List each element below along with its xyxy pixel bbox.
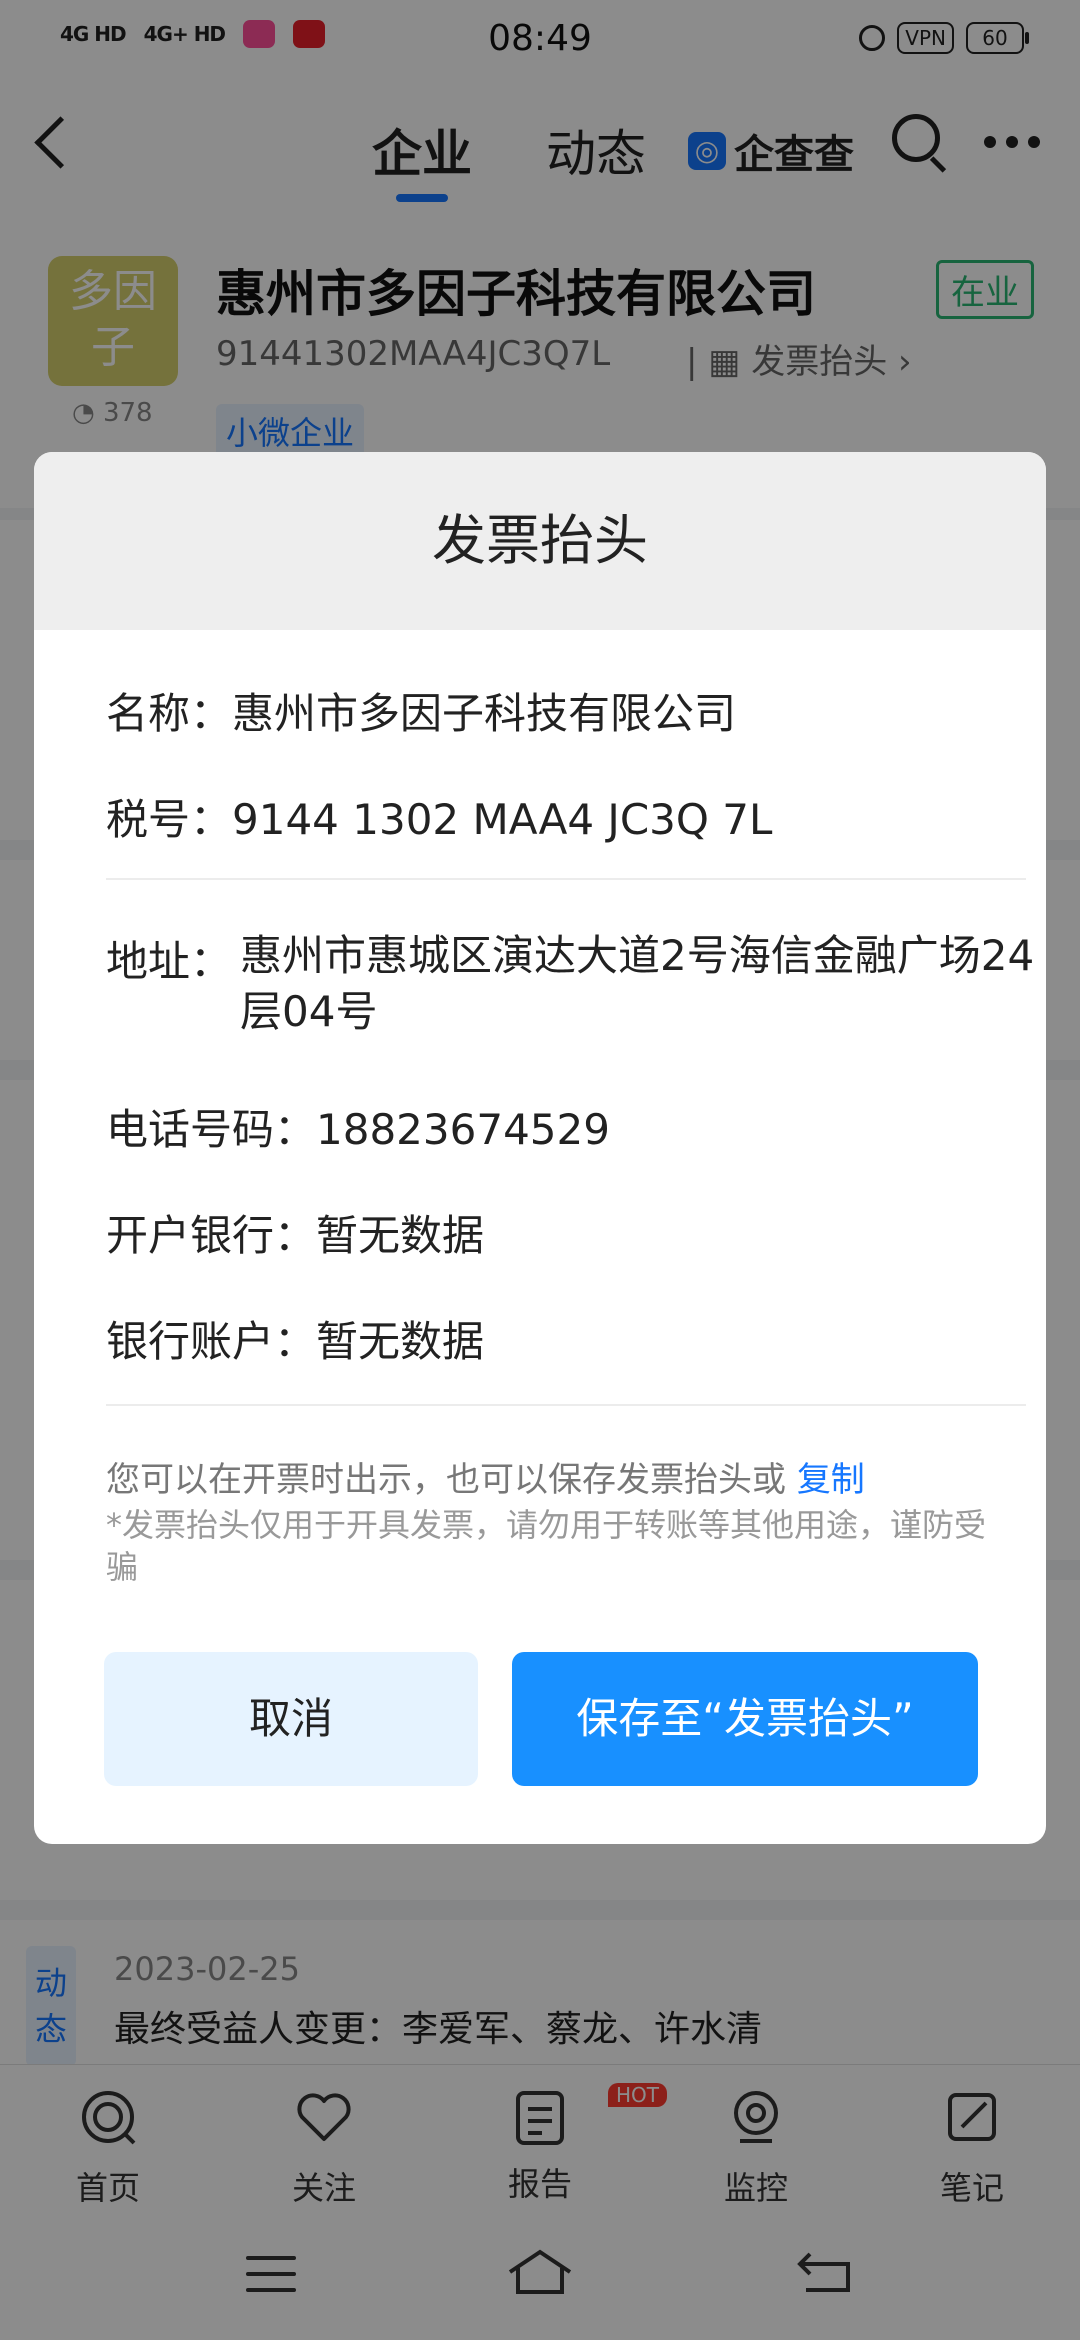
- row-address-key: 地址：: [106, 928, 232, 989]
- dialog-title: 发票抬头: [432, 509, 648, 572]
- row-value: 暂无数据: [316, 1317, 485, 1366]
- row-key: 地址：: [106, 937, 233, 986]
- row-phone: 电话号码：18823674529: [106, 1096, 610, 1157]
- copy-link[interactable]: 复制: [797, 1460, 865, 1500]
- row-bank: 开户银行：暂无数据: [106, 1202, 484, 1263]
- address-value: 惠州市惠城区演达大道2号海信金融广场24层04号: [240, 931, 1035, 1036]
- row-key: 银行账户：: [106, 1317, 317, 1366]
- save-invoice-header-button[interactable]: 保存至“发票抬头”: [512, 1652, 978, 1786]
- row-value: 惠州市多因子科技有限公司: [232, 689, 737, 738]
- row-value: 9144 1302 MAA4 JC3Q 7L: [232, 795, 773, 844]
- divider: [106, 878, 1026, 880]
- divider: [106, 1404, 1026, 1406]
- row-account: 银行账户：暂无数据: [106, 1308, 484, 1369]
- row-value: 暂无数据: [316, 1211, 485, 1260]
- row-value: 18823674529: [316, 1105, 610, 1154]
- invoice-header-dialog: 发票抬头 名称：惠州市多因子科技有限公司 税号：9144 1302 MAA4 J…: [34, 452, 1046, 1844]
- row-name: 名称：惠州市多因子科技有限公司: [106, 680, 736, 741]
- row-key: 开户银行：: [106, 1211, 317, 1260]
- row-key: 电话号码：: [106, 1105, 317, 1154]
- row-key: 名称：: [106, 689, 233, 738]
- warning-text: *发票抬头仅用于开具发票，请勿用于转账等其他用途，谨防受骗: [106, 1506, 987, 1586]
- hint-text: 您可以在开票时出示，也可以保存发票抬头或: [106, 1460, 786, 1500]
- save-hint: 您可以在开票时出示，也可以保存发票抬头或 复制: [106, 1452, 865, 1501]
- row-key: 税号：: [106, 795, 233, 844]
- cancel-button[interactable]: 取消: [104, 1652, 478, 1786]
- row-tax-id: 税号：9144 1302 MAA4 JC3Q 7L: [106, 786, 772, 847]
